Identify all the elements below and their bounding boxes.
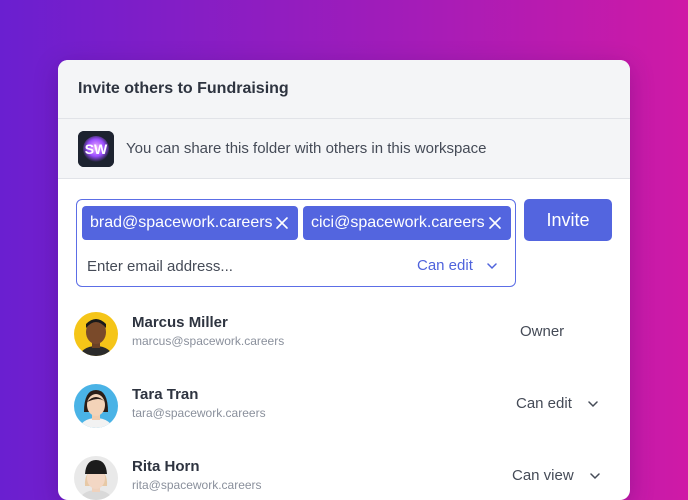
avatar [74, 456, 118, 500]
email-input[interactable] [85, 252, 389, 280]
chevron-down-icon [588, 395, 598, 412]
close-icon[interactable] [487, 215, 503, 231]
workspace-logo-text: SW [85, 141, 108, 157]
member-name: Rita Horn [132, 458, 200, 475]
invite-dialog: Invite others to Fundraising SW You can … [58, 60, 630, 500]
member-role-select[interactable]: Can view [512, 467, 600, 484]
dialog-header: Invite others to Fundraising [58, 60, 630, 119]
member-name: Marcus Miller [132, 314, 228, 331]
member-row: Tara Tran tara@spacework.careers Can edi… [74, 380, 614, 428]
chevron-down-icon [487, 257, 497, 274]
member-row: Rita Horn rita@spacework.careers Can vie… [74, 452, 614, 500]
workspace-logo: SW [78, 130, 114, 167]
invite-form: brad@spacework.careers cici@spacework.ca… [58, 179, 630, 291]
member-role-select[interactable]: Can edit [516, 395, 598, 412]
member-email: marcus@spacework.careers [132, 334, 285, 348]
permission-select[interactable]: Can edit [417, 254, 497, 276]
share-info-row: SW You can share this folder with others… [58, 119, 630, 179]
close-icon[interactable] [274, 215, 290, 231]
email-chip-label: cici@spacework.careers [311, 214, 485, 231]
member-row: Marcus Miller marcus@spacework.careers O… [74, 308, 614, 356]
share-description: You can share this folder with others in… [126, 140, 487, 157]
member-role: Owner [520, 323, 565, 340]
email-chip: brad@spacework.careers [82, 206, 298, 240]
invite-button[interactable]: Invite [524, 199, 612, 241]
member-email: rita@spacework.careers [132, 478, 262, 492]
email-chip: cici@spacework.careers [303, 206, 511, 240]
email-chip-label: brad@spacework.careers [90, 214, 273, 231]
avatar [74, 312, 118, 356]
dialog-title: Invite others to Fundraising [78, 80, 289, 97]
member-name: Tara Tran [132, 386, 199, 403]
permission-select-label: Can edit [417, 256, 473, 274]
member-role: Can view [512, 467, 574, 484]
member-role: Can edit [516, 395, 572, 412]
email-recipients-field[interactable]: brad@spacework.careers cici@spacework.ca… [76, 199, 516, 287]
member-email: tara@spacework.careers [132, 406, 266, 420]
avatar [74, 384, 118, 428]
chevron-down-icon [589, 467, 600, 484]
